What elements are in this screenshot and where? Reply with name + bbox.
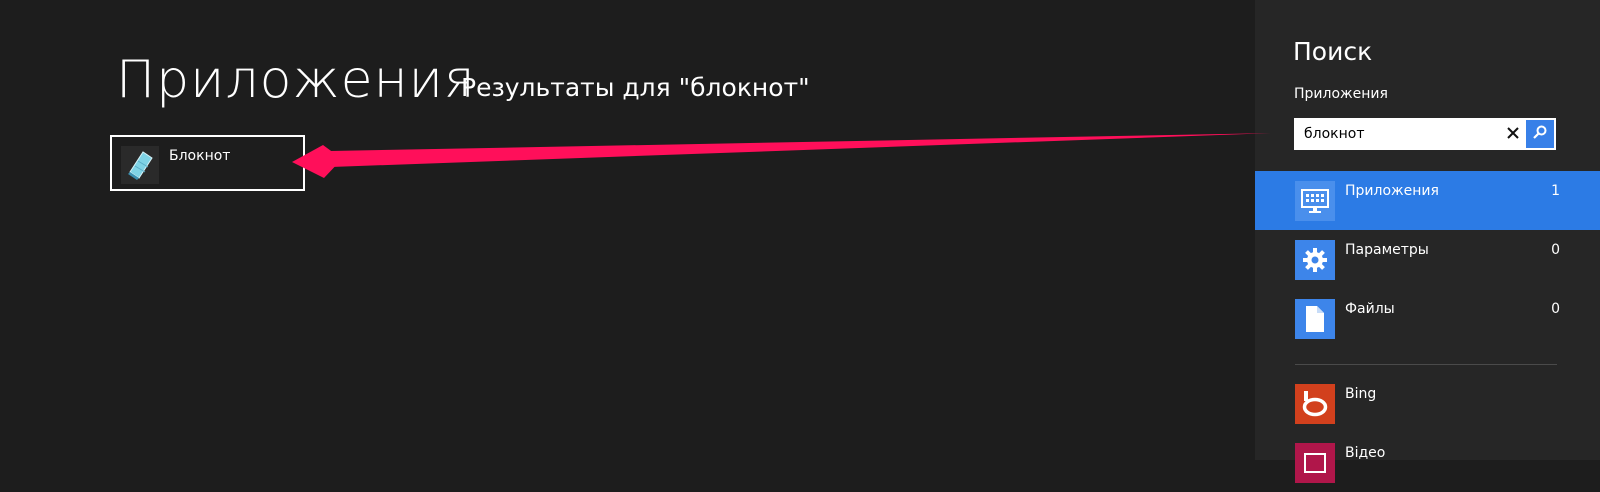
results-subtitle: Результаты для "блокнот"	[461, 73, 810, 102]
close-icon	[1506, 125, 1520, 144]
apps-icon	[1295, 181, 1335, 221]
scope-item-files[interactable]: Файлы 0	[1255, 289, 1600, 348]
search-input[interactable]	[1294, 118, 1494, 150]
apps-results-area: Приложения Результаты для "блокнот" Блок…	[0, 0, 1255, 460]
app-label-video: Відео	[1345, 445, 1386, 461]
search-button[interactable]	[1526, 120, 1554, 148]
scope-count-files: 0	[1551, 301, 1560, 317]
search-icon	[1532, 124, 1548, 144]
search-scope-label: Приложения	[1294, 86, 1388, 102]
scope-divider	[1295, 364, 1557, 365]
result-tile-label: Блокнот	[169, 148, 231, 164]
bing-icon	[1295, 384, 1335, 424]
file-icon	[1295, 299, 1335, 339]
scope-label-apps: Приложения	[1345, 183, 1439, 199]
app-label-bing: Bing	[1345, 386, 1377, 402]
app-item-video[interactable]: Відео	[1255, 433, 1600, 492]
scope-item-settings[interactable]: Параметры 0	[1255, 230, 1600, 289]
result-tile-notepad[interactable]: Блокнот	[110, 135, 305, 191]
video-icon	[1295, 443, 1335, 483]
scope-count-apps: 1	[1551, 183, 1560, 199]
scope-label-settings: Параметры	[1345, 242, 1429, 258]
scope-label-files: Файлы	[1345, 301, 1395, 317]
clear-button[interactable]	[1499, 118, 1527, 150]
search-charm-pane: Поиск Приложения блокнот Приложения 1 Па…	[1255, 0, 1600, 483]
scope-item-apps[interactable]: Приложения 1	[1255, 171, 1600, 230]
gear-icon	[1295, 240, 1335, 280]
app-item-bing[interactable]: Bing	[1255, 374, 1600, 433]
page-title: Приложения	[116, 50, 476, 110]
scope-count-settings: 0	[1551, 242, 1560, 258]
notepad-icon	[121, 146, 159, 184]
search-box	[1294, 118, 1556, 150]
search-pane-title: Поиск	[1293, 37, 1373, 66]
